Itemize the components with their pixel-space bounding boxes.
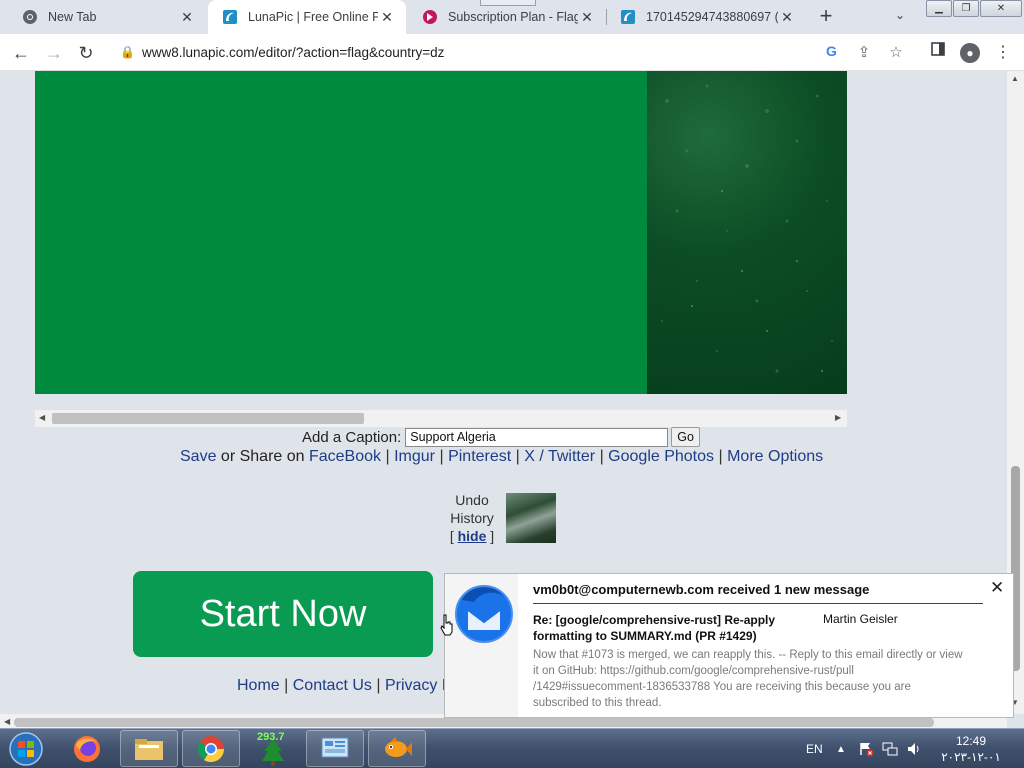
tab-title: 170145294743880697 (2C [646, 10, 778, 24]
tab-lunapic[interactable]: LunaPic | Free Online Pho ✕ [208, 0, 406, 34]
imgur-link[interactable]: Imgur [394, 448, 435, 465]
address-bar[interactable]: 🔒 www8.lunapic.com/editor/?action=flag&c… [108, 39, 918, 67]
menu-kebab-icon[interactable]: ⋮ [991, 41, 1015, 65]
lunapic-icon [222, 9, 238, 25]
fish-app-icon[interactable] [368, 730, 426, 767]
volume-icon[interactable] [906, 729, 922, 768]
url-text[interactable]: www8.lunapic.com/editor/?action=flag&cou… [142, 45, 444, 60]
undo-label: Undo [455, 492, 489, 508]
profile-avatar-icon[interactable]: ● [960, 43, 980, 63]
message-sender: Martin Geisler [823, 612, 898, 626]
side-panel-icon[interactable] [926, 41, 950, 65]
new-tab-plus-icon[interactable]: + [814, 5, 838, 29]
tab-title: Subscription Plan - Flag C [448, 10, 578, 24]
chrome-icon [22, 9, 38, 25]
google-translate-icon[interactable]: G [822, 43, 842, 63]
action-center-icon[interactable] [858, 729, 874, 768]
tab-close-icon[interactable]: ✕ [178, 9, 196, 26]
tray-expand-icon[interactable]: ▲ [836, 729, 846, 768]
notification-close-icon[interactable]: ✕ [990, 578, 1004, 598]
tab-image-file[interactable]: 170145294743880697 (2C ✕ [606, 0, 806, 34]
facebook-link[interactable]: FaceBook [309, 448, 381, 465]
tab-new-tab[interactable]: New Tab ✕ [8, 0, 206, 34]
image-canvas[interactable] [35, 71, 847, 394]
network-icon[interactable] [882, 729, 898, 768]
undo-history: Undo History [ hide ] [440, 491, 504, 545]
scroll-left-arrow-icon[interactable]: ◀ [4, 717, 10, 726]
tab-close-icon[interactable]: ✕ [578, 9, 596, 26]
windows-taskbar: 293.7 EN ▲ 12:49 ۲۰۲۳-۱۲-۰۱ [0, 728, 1024, 768]
firefox-icon[interactable] [58, 730, 116, 767]
caption-row: Add a Caption: Go [302, 427, 700, 447]
history-label: History [450, 510, 494, 526]
gauge-value: 293.7 [257, 731, 285, 743]
hide-history-link[interactable]: hide [458, 528, 487, 544]
footer-links: Home | Contact Us | Privacy F [237, 677, 452, 694]
restore-icon[interactable]: ❐ [953, 0, 979, 17]
tab-title: New Tab [48, 10, 97, 24]
privacy-link[interactable]: Privacy F [385, 677, 452, 694]
window-close-icon[interactable]: ✕ [980, 0, 1022, 17]
history-thumbnail[interactable] [506, 493, 556, 543]
tab-search-chevron-icon[interactable]: ⌄ [895, 8, 905, 22]
divider [533, 603, 983, 604]
share-links: Save or Share on FaceBook | Imgur | Pint… [180, 448, 824, 465]
caption-go-button[interactable]: Go [671, 427, 700, 447]
hand-cursor-icon [440, 614, 453, 636]
x-twitter-link[interactable]: X / Twitter [524, 448, 595, 465]
tab-title: LunaPic | Free Online Pho [248, 10, 378, 24]
notification-icon-panel [445, 574, 518, 717]
lock-icon[interactable]: 🔒 [120, 45, 135, 59]
back-arrow-icon[interactable]: ← [9, 41, 33, 65]
tab-subscription-plan[interactable]: Subscription Plan - Flag C ✕ [408, 0, 606, 34]
tab-close-icon[interactable]: ✕ [378, 9, 396, 26]
save-link[interactable]: Save [180, 448, 216, 465]
clock-time: 12:49 [955, 734, 987, 748]
system-clock[interactable]: 12:49 ۲۰۲۳-۱۲-۰۱ [936, 733, 1006, 765]
language-indicator[interactable]: EN [806, 729, 823, 768]
thunderbird-icon [455, 585, 513, 643]
chrome-taskbar-icon[interactable] [182, 730, 240, 767]
file-explorer-icon[interactable] [120, 730, 178, 767]
mail-notification[interactable]: vm0b0t@computernewb.com received 1 new m… [444, 573, 1014, 718]
more-options-link[interactable]: More Options [727, 448, 823, 465]
forward-arrow-icon[interactable]: → [42, 41, 66, 65]
start-now-button[interactable]: Start Now [133, 571, 433, 657]
share-icon[interactable]: ⇪ [854, 43, 874, 63]
clock-date: ۲۰۲۳-۱۲-۰۱ [941, 750, 1001, 764]
contact-us-link[interactable]: Contact Us [293, 677, 372, 694]
svg-text:G: G [826, 43, 837, 59]
caption-label: Add a Caption: [302, 428, 402, 446]
caption-input[interactable] [405, 427, 669, 447]
lunapic-icon [620, 9, 636, 25]
scrollbar-thumb[interactable] [14, 718, 934, 727]
system-gauge-icon[interactable]: 293.7 [244, 730, 302, 767]
flag-photo-overlay [647, 71, 847, 394]
reload-icon[interactable]: ↻ [74, 41, 98, 65]
message-subject: Re: [google/comprehensive-rust] Re-apply… [533, 613, 776, 643]
share-text: or Share on [220, 448, 305, 465]
google-photos-link[interactable]: Google Photos [608, 448, 714, 465]
canvas-horizontal-scrollbar[interactable]: ◀ ▶ [35, 410, 847, 427]
home-link[interactable]: Home [237, 677, 280, 694]
pinterest-link[interactable]: Pinterest [448, 448, 511, 465]
notification-title: vm0b0t@computernewb.com received 1 new m… [533, 582, 870, 597]
message-preview: Now that #1073 is merged, we can reapply… [533, 649, 963, 709]
bookmark-star-icon[interactable]: ☆ [886, 43, 906, 63]
scroll-left-arrow-icon[interactable]: ◀ [39, 413, 45, 422]
scroll-right-arrow-icon[interactable]: ▶ [835, 413, 841, 422]
windows-start-icon[interactable] [6, 731, 46, 767]
scroll-up-arrow-icon[interactable]: ▲ [1011, 74, 1019, 83]
minimize-icon[interactable]: ▁ [926, 0, 952, 17]
scrollbar-thumb[interactable] [52, 413, 364, 424]
flag-site-icon [422, 9, 438, 25]
control-panel-icon[interactable] [306, 730, 364, 767]
window-controls: ▁ ❐ ✕ [926, 0, 1023, 17]
tab-strip: New Tab ✕ LunaPic | Free Online Pho ✕ Su… [0, 0, 1024, 34]
tab-close-icon[interactable]: ✕ [778, 9, 796, 26]
toolbar: ← → ↻ 🔒 www8.lunapic.com/editor/?action=… [0, 34, 1024, 71]
